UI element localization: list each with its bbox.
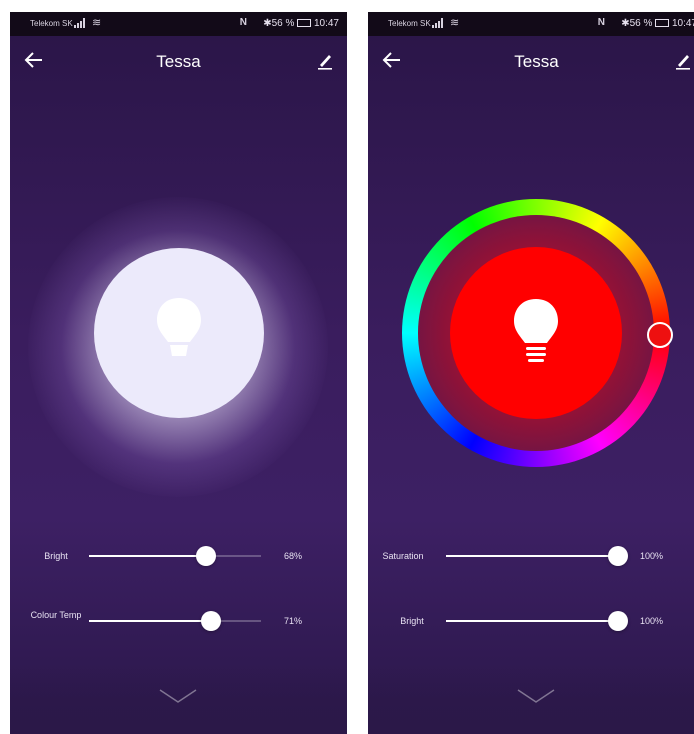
edit-pencil-icon[interactable] — [675, 52, 691, 70]
nfc-icon: N — [597, 17, 605, 28]
phone-screen-colour-mode: Telekom SK ≋ N ✱56 % 10:47 Tessa — [368, 12, 694, 734]
colour-temp-slider-thumb[interactable] — [201, 611, 222, 631]
bottom-panel — [10, 664, 347, 734]
saturation-slider-row: Saturation 100% — [368, 544, 694, 584]
clock: 10:47 — [671, 18, 694, 29]
saturation-value: 100% — [640, 551, 664, 561]
page-title: Tessa — [156, 52, 201, 71]
app-bar: Tessa — [10, 36, 347, 88]
page-title: Tessa — [514, 52, 559, 71]
bluetooth-icon: ✱ — [263, 18, 272, 29]
saturation-label: Saturation — [382, 551, 424, 561]
chevron-down-icon[interactable] — [158, 688, 198, 704]
battery-icon — [655, 19, 670, 28]
battery-icon — [297, 19, 312, 28]
nfc-icon: N — [239, 17, 247, 28]
colour-temp-label: Colour Temp — [30, 610, 82, 620]
app-bar: Tessa — [368, 36, 694, 88]
signal-icon — [432, 18, 443, 28]
saturation-slider[interactable] — [446, 546, 628, 566]
colour-temp-slider-row: Colour Temp 71% — [10, 609, 347, 649]
signal-icon — [74, 18, 85, 28]
status-bar: Telekom SK ≋ N ✱56 % 10:47 — [368, 12, 694, 36]
power-toggle-circle[interactable] — [450, 247, 622, 419]
light-bulb-icon — [514, 299, 558, 362]
edit-pencil-icon[interactable] — [317, 52, 333, 70]
bright-slider-thumb[interactable] — [608, 611, 628, 631]
bright-label: Bright — [400, 616, 424, 626]
power-toggle-circle[interactable] — [94, 248, 264, 418]
bright-slider-thumb[interactable] — [195, 546, 216, 566]
carrier-label: Telekom SK — [388, 19, 431, 28]
colour-temp-slider[interactable] — [89, 611, 261, 631]
bright-slider-row: Bright 100% — [368, 609, 694, 649]
light-bulb-icon — [157, 298, 201, 356]
bright-label: Bright — [44, 551, 68, 561]
saturation-slider-thumb[interactable] — [608, 546, 628, 566]
status-bar: Telekom SK ≋ N ✱56 % 10:47 — [10, 12, 347, 36]
wifi-icon: ≋ — [92, 17, 102, 29]
chevron-down-icon[interactable] — [516, 688, 556, 704]
bright-value: 100% — [640, 616, 664, 626]
clock: 10:47 — [313, 18, 339, 29]
colour-picker-knob[interactable] — [647, 322, 673, 348]
bright-slider-row: Bright 68% — [10, 544, 347, 584]
bottom-panel — [368, 664, 694, 734]
carrier-label: Telekom SK — [30, 19, 73, 28]
colour-temp-slider-fill — [89, 620, 212, 622]
bright-slider-fill — [446, 620, 618, 622]
bright-slider[interactable] — [89, 546, 261, 566]
battery-time: ✱56 % 10:47 — [621, 18, 694, 29]
colour-temp-value: 71% — [284, 616, 303, 626]
phone-screen-white-mode: Telekom SK ≋ N ✱56 % 10:47 Tessa Bright — [10, 12, 347, 734]
bluetooth-icon: ✱ — [621, 18, 630, 29]
battery-percent: 56 % — [271, 18, 295, 29]
battery-percent: 56 % — [629, 18, 653, 29]
wifi-icon: ≋ — [450, 17, 460, 29]
bright-slider[interactable] — [446, 611, 628, 631]
bright-value: 68% — [284, 551, 303, 561]
battery-time: ✱56 % 10:47 — [263, 18, 339, 29]
saturation-slider-fill — [446, 555, 618, 557]
bright-slider-fill — [89, 555, 206, 557]
